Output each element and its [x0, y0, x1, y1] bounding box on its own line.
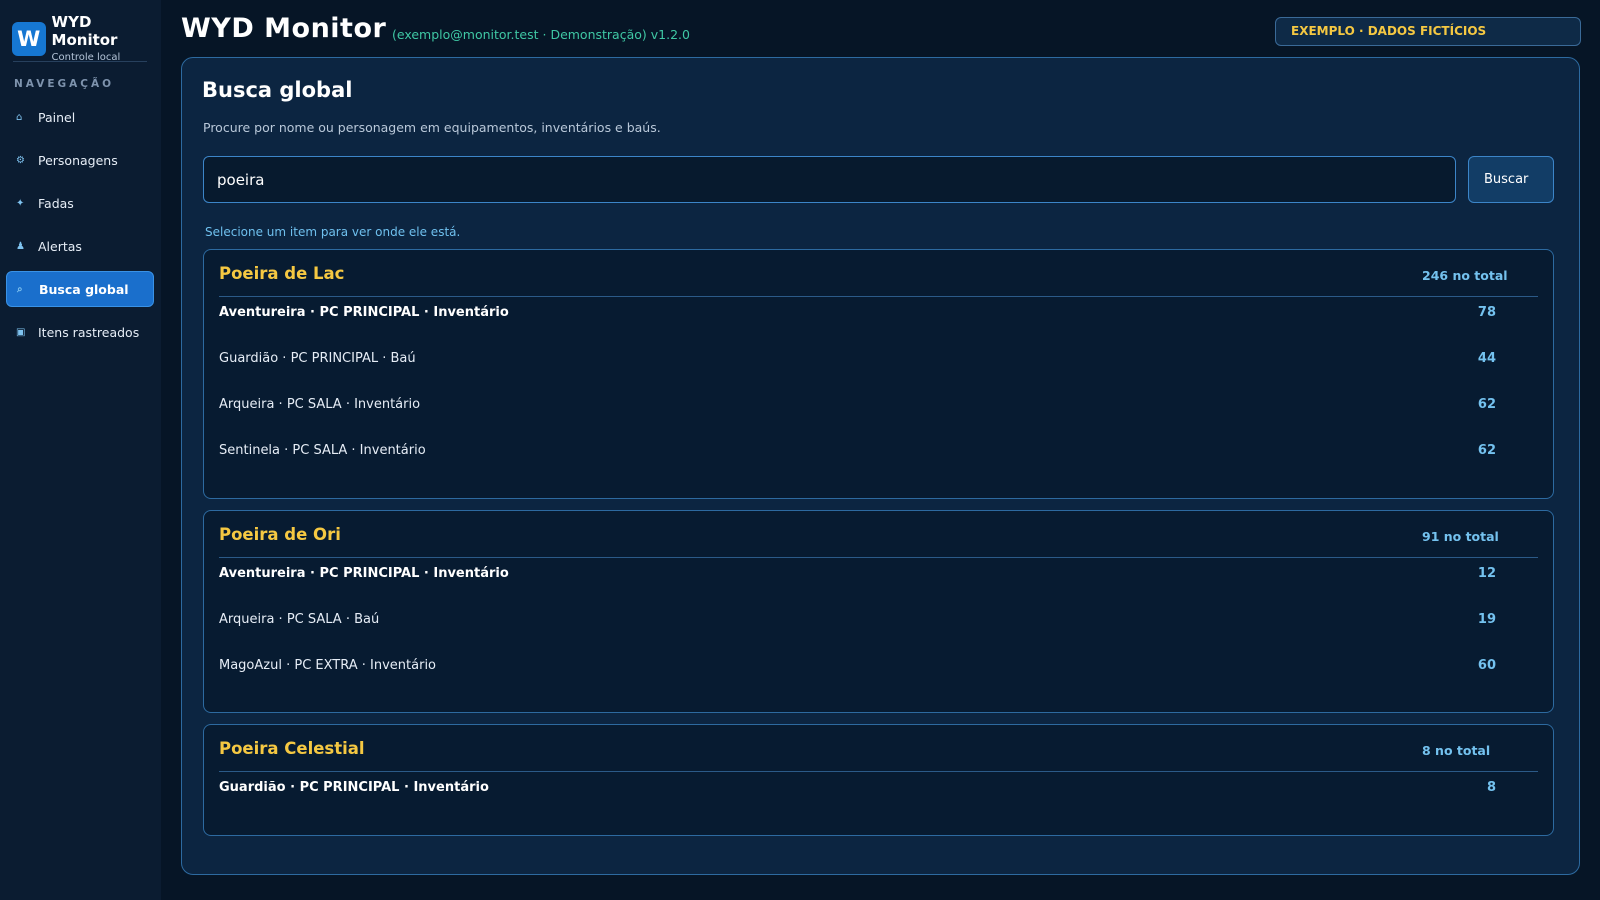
result-group[interactable]: Poeira de Lac 246 no total Aventureira ·… — [203, 249, 1554, 499]
page-title: WYD Monitor — [181, 13, 387, 44]
search-button[interactable]: Buscar — [1468, 156, 1554, 203]
sidebar-nav: ⌂ Painel ⚙ Personagens ✦ Fadas ♟ Alertas… — [6, 99, 154, 357]
location-row[interactable]: Arqueira · PC SALA · Baú 19 — [219, 612, 1538, 632]
sidebar: W WYD Monitor Controle local NAVEGAÇÃO ⌂… — [0, 0, 161, 900]
location-row[interactable]: Arqueira · PC SALA · Inventário 62 — [219, 397, 1538, 417]
result-group[interactable]: Poeira Celestial 8 no total Guardião · P… — [203, 724, 1554, 836]
brand-text: WYD Monitor Controle local — [52, 13, 161, 65]
item-name: Poeira de Ori — [219, 525, 341, 544]
result-group-header: Poeira Celestial 8 no total — [219, 725, 1538, 772]
sidebar-item-painel[interactable]: ⌂ Painel — [6, 99, 154, 135]
location-label: Guardião · PC PRINCIPAL · Inventário — [219, 780, 489, 795]
account-info: (exemplo@monitor.test · Demonstração) v1… — [392, 27, 690, 42]
result-group[interactable]: Poeira de Ori 91 no total Aventureira · … — [203, 510, 1554, 713]
item-name: Poeira de Lac — [219, 264, 345, 283]
sidebar-item-label: Alertas — [38, 238, 82, 254]
location-row[interactable]: Sentinela · PC SALA · Inventário 62 — [219, 443, 1538, 463]
sparkle-icon: ✦ — [16, 197, 25, 209]
sidebar-item-label: Personagens — [38, 152, 118, 168]
box-icon: ▣ — [16, 326, 26, 338]
pawn-icon: ♟ — [16, 240, 25, 252]
sidebar-item-label: Busca global — [39, 281, 129, 297]
sidebar-item-busca-global[interactable]: ⌕ Busca global — [6, 271, 154, 307]
search-title: Busca global — [202, 78, 353, 102]
sidebar-item-alertas[interactable]: ♟ Alertas — [6, 228, 154, 264]
search-panel: Busca global Procure por nome ou persona… — [181, 57, 1580, 875]
sidebar-item-fadas[interactable]: ✦ Fadas — [6, 185, 154, 221]
location-quantity: 62 — [1477, 443, 1496, 458]
location-quantity: 44 — [1477, 351, 1496, 366]
location-row[interactable]: Aventureira · PC PRINCIPAL · Inventário … — [219, 566, 1538, 586]
search-icon: ⌕ — [17, 283, 23, 295]
location-quantity: 60 — [1477, 658, 1496, 673]
brand[interactable]: W WYD Monitor Controle local — [12, 13, 161, 65]
home-icon: ⌂ — [16, 111, 23, 123]
location-label: Guardião · PC PRINCIPAL · Baú — [219, 351, 416, 366]
search-description: Procure por nome ou personagem em equipa… — [203, 120, 661, 135]
app-logo: W — [12, 22, 46, 56]
location-label: Arqueira · PC SALA · Inventário — [219, 397, 421, 412]
location-quantity: 12 — [1477, 566, 1496, 581]
sidebar-divider — [13, 61, 147, 62]
location-label: Aventureira · PC PRINCIPAL · Inventário — [219, 305, 509, 320]
location-row[interactable]: Aventureira · PC PRINCIPAL · Inventário … — [219, 305, 1538, 325]
location-row[interactable]: MagoAzul · PC EXTRA · Inventário 60 — [219, 658, 1538, 678]
location-label: Arqueira · PC SALA · Baú — [219, 612, 380, 627]
location-label: Aventureira · PC PRINCIPAL · Inventário — [219, 566, 509, 581]
location-label: Sentinela · PC SALA · Inventário — [219, 443, 426, 458]
search-input[interactable] — [203, 156, 1456, 203]
location-quantity: 78 — [1477, 305, 1496, 320]
location-quantity: 8 — [1486, 780, 1496, 795]
app-name: WYD Monitor — [51, 13, 118, 49]
gear-icon: ⚙ — [16, 154, 25, 166]
search-hint: Selecione um item para ver onde ele está… — [205, 225, 461, 239]
sidebar-item-label: Fadas — [38, 195, 74, 211]
location-row[interactable]: Guardião · PC PRINCIPAL · Inventário 8 — [219, 780, 1538, 800]
item-total: 8 no total — [1422, 743, 1491, 758]
result-group-header: Poeira de Lac 246 no total — [219, 250, 1538, 297]
sidebar-item-personagens[interactable]: ⚙ Personagens — [6, 142, 154, 178]
location-quantity: 62 — [1477, 397, 1496, 412]
location-label: MagoAzul · PC EXTRA · Inventário — [219, 658, 437, 673]
item-total: 91 no total — [1422, 529, 1499, 544]
location-quantity: 19 — [1477, 612, 1496, 627]
item-total: 246 no total — [1422, 268, 1508, 283]
result-group-header: Poeira de Ori 91 no total — [219, 511, 1538, 558]
sidebar-item-itens-rastreados[interactable]: ▣ Itens rastreados — [6, 314, 154, 350]
sidebar-item-label: Painel — [38, 109, 76, 125]
item-name: Poeira Celestial — [219, 739, 365, 758]
app-subtitle: Controle local — [51, 52, 121, 63]
sidebar-item-label: Itens rastreados — [38, 324, 140, 340]
nav-title: NAVEGAÇÃO — [14, 78, 115, 90]
location-row[interactable]: Guardião · PC PRINCIPAL · Baú 44 — [219, 351, 1538, 371]
demo-banner: EXEMPLO · DADOS FICTÍCIOS — [1275, 17, 1581, 46]
